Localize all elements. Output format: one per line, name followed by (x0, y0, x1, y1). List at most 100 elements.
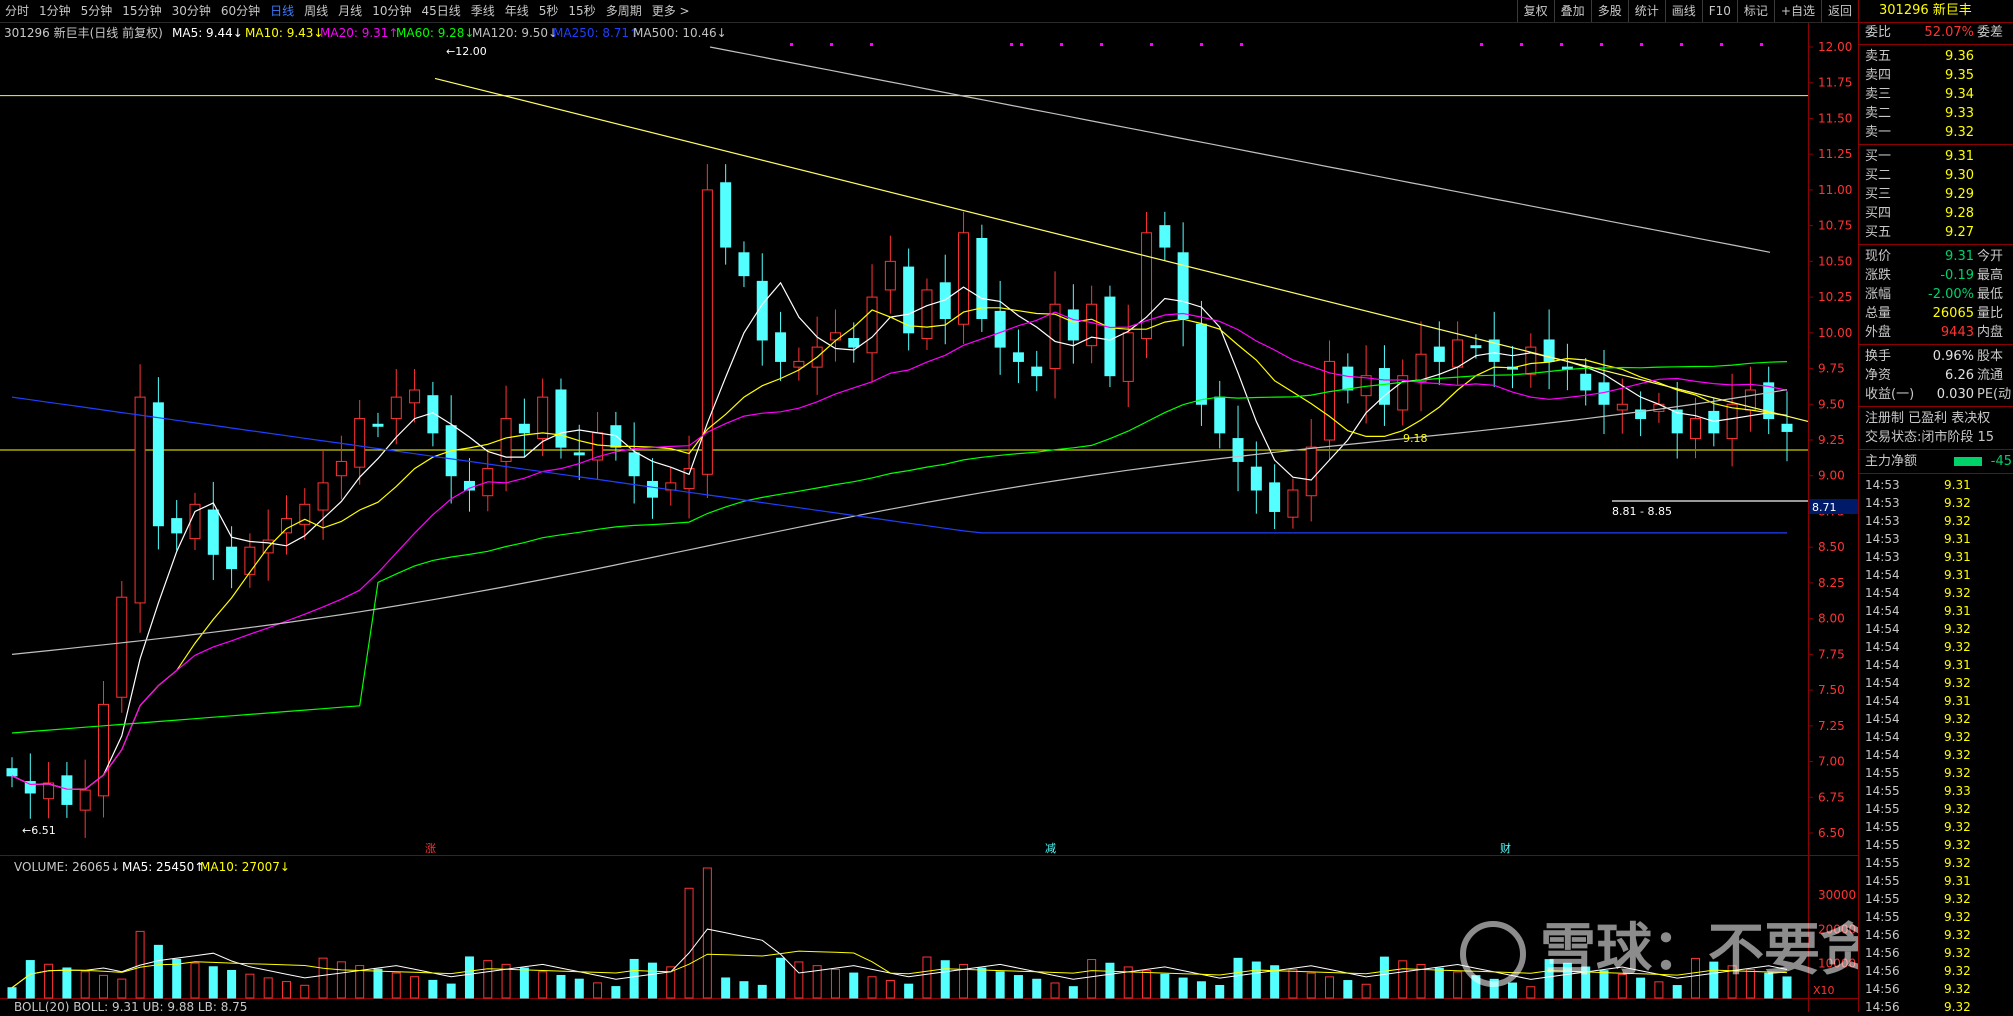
candle-body (976, 237, 988, 320)
tick-time: 14:54 (1865, 640, 1900, 654)
candle-body (79, 789, 91, 811)
candle-body (994, 310, 1006, 348)
candle-body (171, 518, 183, 534)
chart-header-label: MA60: 9.28↓ (396, 26, 474, 40)
candle-body (1433, 346, 1445, 362)
tick-price: 9.31 (1944, 874, 1971, 888)
price-axis-label: 7.25 (1818, 719, 1845, 733)
tab-period[interactable]: 15分钟 (117, 0, 166, 22)
tab-period[interactable]: 月线 (333, 0, 367, 22)
volume-bar (263, 977, 273, 999)
tool-button[interactable]: F10 (1701, 0, 1737, 22)
tick-row: 14:55 9.32 (1859, 818, 2013, 836)
candle-body (1580, 373, 1592, 391)
volume-bar (1105, 962, 1115, 999)
tab-period[interactable]: 45日线 (416, 0, 465, 22)
volume-bar (556, 974, 566, 999)
tick-time: 14:56 (1865, 928, 1900, 942)
tab-period[interactable]: 日线 (265, 0, 299, 22)
volume-bar (373, 968, 383, 999)
tab-period[interactable]: 60分钟 (216, 0, 265, 22)
tick-row: 14:54 9.32 (1859, 674, 2013, 692)
candle-body (628, 452, 640, 477)
tool-button[interactable]: 叠加 (1553, 0, 1591, 22)
tab-period[interactable]: 15秒 (563, 0, 600, 22)
tab-period[interactable]: 更多 > (647, 0, 695, 22)
candle-body (921, 289, 933, 340)
tick-time: 14:53 (1865, 514, 1900, 528)
tick-time: 14:54 (1865, 622, 1900, 636)
tab-period[interactable]: 5秒 (534, 0, 564, 22)
tab-period[interactable]: 季线 (466, 0, 500, 22)
tab-period[interactable]: 1分钟 (34, 0, 76, 22)
tick-row: 14:54 9.31 (1859, 566, 2013, 584)
candle-body (134, 396, 146, 604)
tick-row: 14:55 9.32 (1859, 890, 2013, 908)
tick-price: 9.32 (1944, 586, 1971, 600)
tick-price: 9.32 (1944, 910, 1971, 924)
tab-period[interactable]: 5分钟 (76, 0, 118, 22)
tab-period[interactable]: 周线 (299, 0, 333, 22)
tick-row: 14:56 9.32 (1859, 962, 2013, 980)
tick-row: 14:54 9.32 (1859, 584, 2013, 602)
price-axis-label: 12.00 (1818, 40, 1852, 54)
candle-body (226, 546, 238, 570)
tick-time: 14:55 (1865, 820, 1900, 834)
tab-period[interactable]: 分时 (0, 0, 34, 22)
tool-button[interactable]: 标记 (1736, 0, 1774, 22)
main-flow-label: 主力净额 (1865, 454, 1918, 469)
tab-period[interactable]: 多周期 (601, 0, 647, 22)
tick-time: 14:54 (1865, 730, 1900, 744)
boll-label: BOLL(20) BOLL: 9.31 UB: 9.88 LB: 8.75 (14, 1000, 247, 1012)
volume-bar (300, 984, 310, 999)
tick-price: 9.32 (1944, 838, 1971, 852)
tool-button[interactable]: 统计 (1627, 0, 1665, 22)
tick-time: 14:55 (1865, 784, 1900, 798)
candle-body (829, 332, 841, 341)
weibi-value: 52.07% (1924, 25, 1974, 40)
event-dot (1480, 43, 1483, 46)
price-axis-label: 6.75 (1818, 790, 1845, 804)
tick-price: 9.31 (1944, 604, 1971, 618)
tick-time: 14:53 (1865, 532, 1900, 546)
tick-row: 14:56 9.32 (1859, 944, 2013, 962)
bid-row-value: 9.29 (1945, 187, 1974, 202)
price-axis-label: 7.00 (1818, 755, 1845, 769)
tab-period[interactable]: 年线 (500, 0, 534, 22)
ma250-line (11, 396, 1787, 534)
tick-row: 14:53 9.31 (1859, 476, 2013, 494)
bid-row-label: 买三 (1865, 187, 1892, 202)
candle-body (1781, 423, 1793, 432)
tool-button[interactable]: +自选 (1773, 0, 1821, 22)
volume-bar (1068, 986, 1078, 999)
event-dot (1600, 43, 1603, 46)
tab-period[interactable]: 10分钟 (367, 0, 416, 22)
tick-price: 9.31 (1944, 694, 1971, 708)
tool-button[interactable]: 复权 (1516, 0, 1554, 22)
volume-bar (794, 961, 804, 999)
tool-button[interactable]: 多股 (1590, 0, 1628, 22)
event-dot (1010, 43, 1013, 46)
candle-body (61, 775, 73, 805)
tab-period[interactable]: 30分钟 (167, 0, 216, 22)
chart-header-label: MA10: 9.43↓ (245, 26, 323, 40)
event-dot (1200, 43, 1203, 46)
tool-button[interactable]: 画线 (1664, 0, 1702, 22)
candle-body (518, 423, 530, 434)
volume-bar (1013, 975, 1023, 999)
tick-time: 14:53 (1865, 478, 1900, 492)
candle-body (152, 402, 164, 527)
range-label: 8.81 - 8.85 (1612, 505, 1672, 518)
ask-row-value: 9.32 (1945, 125, 1974, 140)
candle-body (1012, 352, 1024, 362)
event-dot (1680, 43, 1683, 46)
kline-chart[interactable]: 301296 新巨丰(日线 前复权) MA5: 9.44↓ MA10: 9.43↓M… (0, 23, 1858, 1012)
tick-time: 14:54 (1865, 658, 1900, 672)
volume-bar (757, 984, 767, 999)
tick-list[interactable]: 14:53 9.31 14:53 9.32 14:53 9.32 14:53 9.31 14:5… (1859, 476, 2013, 1016)
stock-title: 301296 新巨丰 (1859, 0, 2013, 23)
price-axis-label: 9.00 (1818, 469, 1845, 483)
volume-bar (1050, 982, 1060, 999)
tool-button[interactable]: 返回 (1820, 0, 1858, 22)
volume-bar (1215, 984, 1225, 999)
